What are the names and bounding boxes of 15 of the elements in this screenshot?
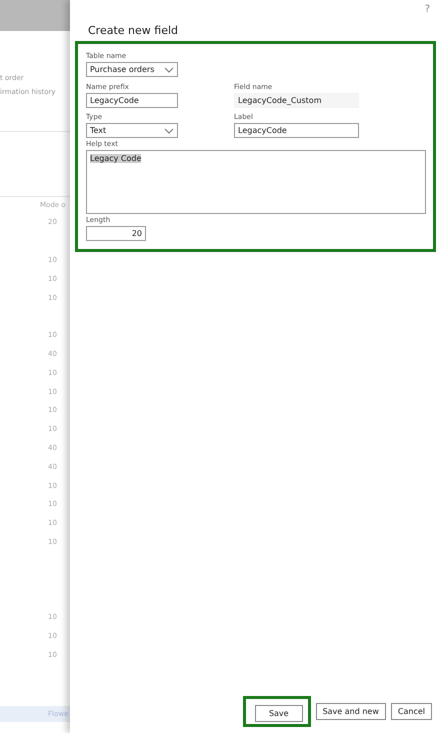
help-link[interactable]: ? [424, 4, 430, 15]
field-name-field: LegacyCode_Custom [234, 93, 359, 108]
dialog-title: Create new field [87, 23, 180, 39]
chevron-down-icon [164, 128, 174, 134]
name-prefix-field[interactable]: LegacyCode [86, 93, 178, 108]
chevron-down-icon [164, 66, 174, 72]
dialog-button[interactable]: Save and new [316, 703, 386, 720]
table-name-dropdown[interactable]: Purchase orders [86, 62, 178, 77]
dialog-button[interactable]: Cancel [390, 703, 432, 720]
type-dropdown[interactable]: Text [86, 123, 178, 138]
help-text-area[interactable]: Legacy Code [86, 150, 426, 214]
label-field[interactable]: LegacyCode [234, 123, 359, 138]
header-bar [0, 0, 70, 31]
length-field[interactable]: 20 [86, 226, 146, 241]
dialog-button[interactable]: Save [254, 705, 303, 722]
